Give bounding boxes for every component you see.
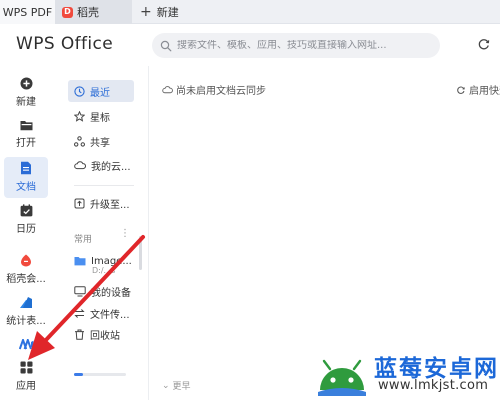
watermark-url: www.lmkjst.com xyxy=(378,378,489,393)
android-logo-icon xyxy=(318,359,366,396)
red-annotation-arrow xyxy=(28,235,145,360)
